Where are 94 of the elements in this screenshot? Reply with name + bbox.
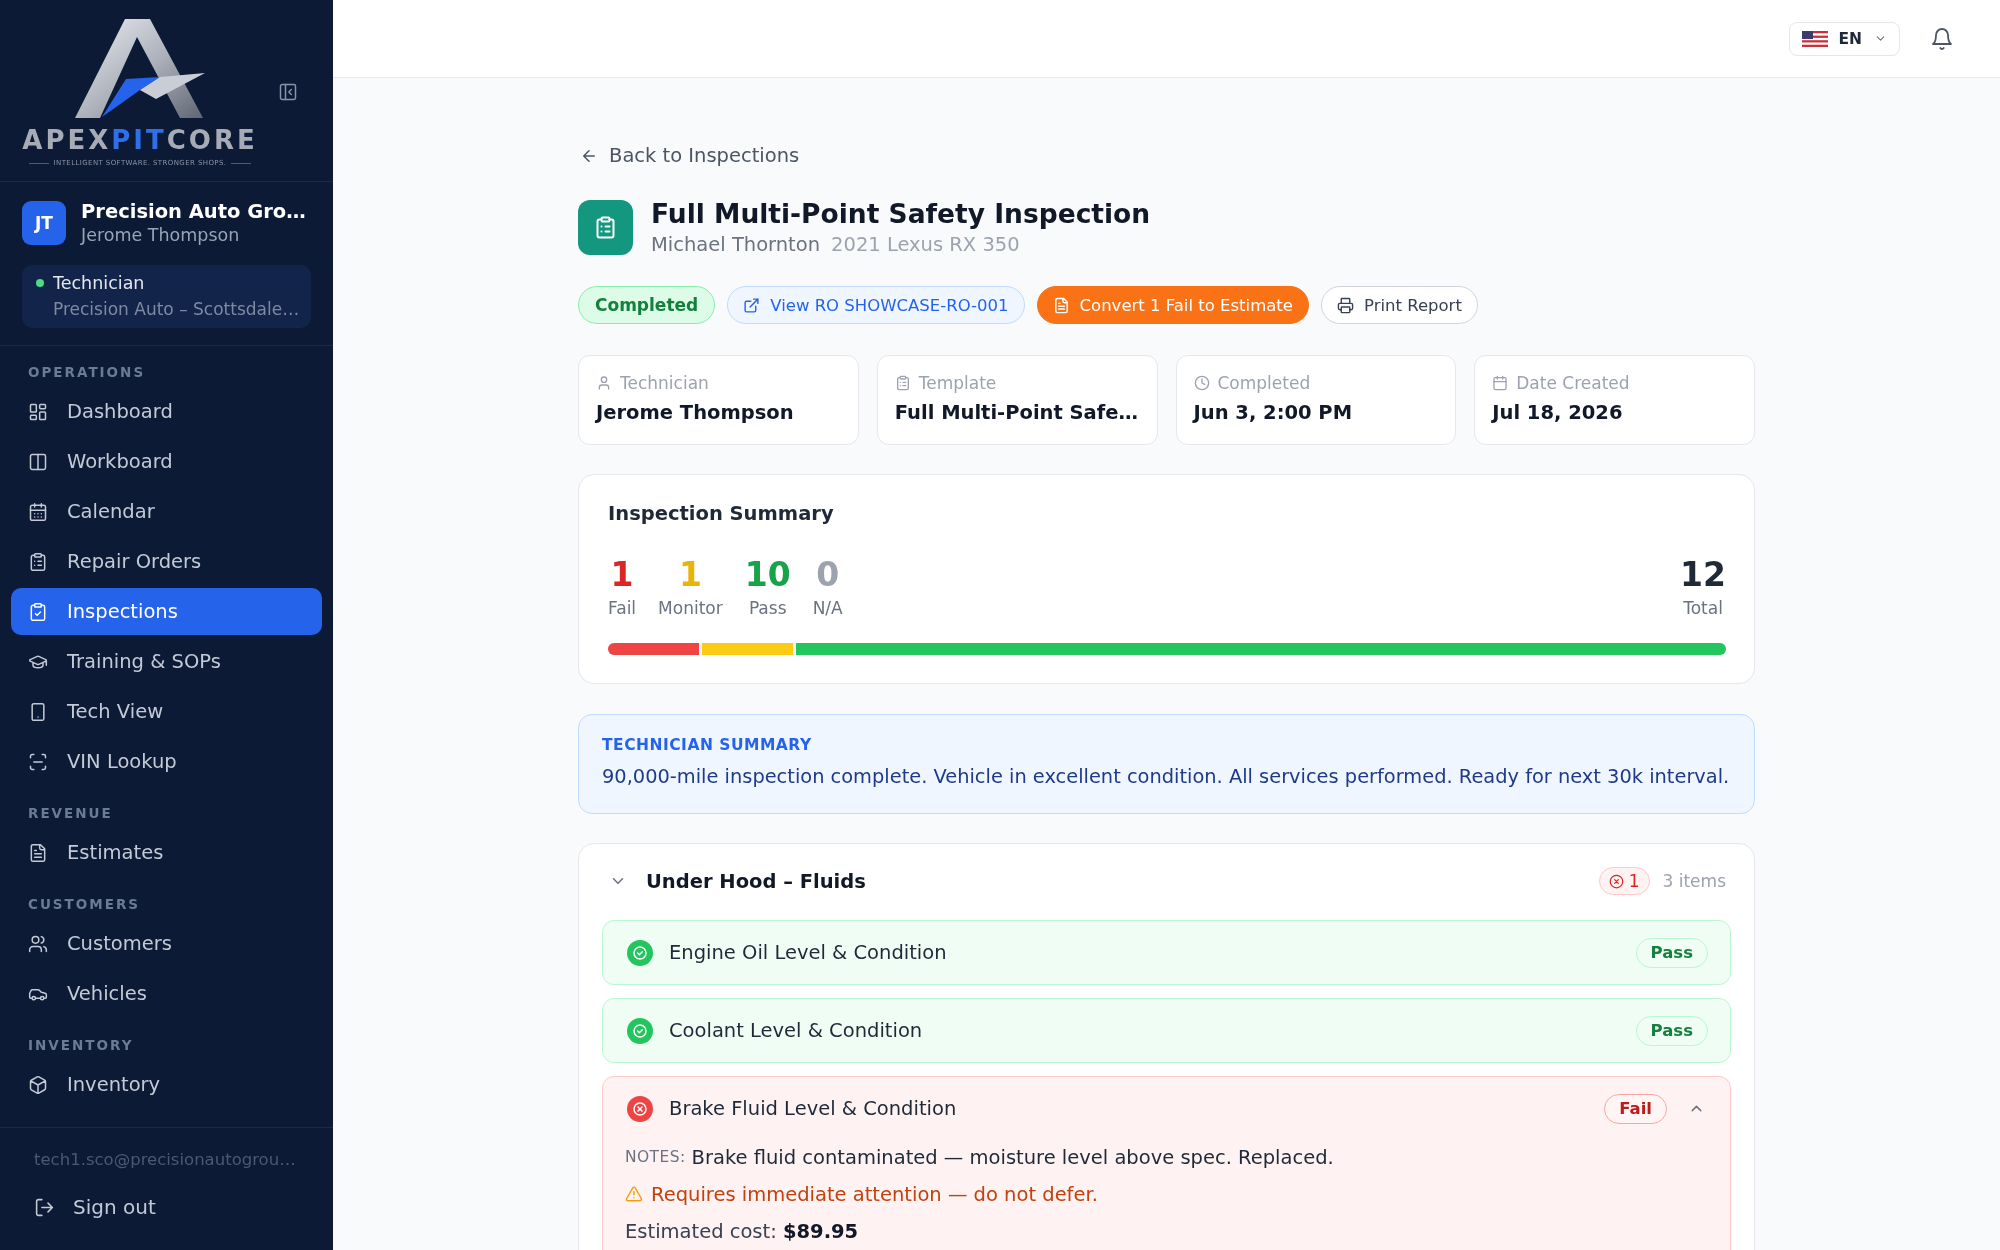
nav-item[interactable]: Repair Orders [11, 538, 322, 585]
box-icon [28, 1074, 48, 1095]
view-ro-link[interactable]: View RO SHOWCASE-RO-001 [727, 286, 1025, 324]
detail-label: Technician [620, 373, 709, 393]
language-selector[interactable]: EN [1789, 21, 1900, 56]
back-link[interactable]: Back to Inspections [580, 144, 800, 168]
scan-icon [28, 751, 48, 772]
estimated-cost: Estimated cost: $89.95 [625, 1219, 859, 1243]
result-badge: Pass [1635, 1015, 1708, 1046]
notes-text: Brake fluid contaminated — moisture level above spec. Replaced. [691, 1145, 1334, 1169]
nav-item[interactable]: Inspections [11, 588, 322, 635]
count-label: Monitor [658, 597, 723, 619]
nav-section-heading: OPERATIONS [27, 363, 147, 382]
nav-item[interactable]: Inventory [11, 1061, 322, 1108]
total-value: 12 [1680, 555, 1726, 595]
tablet-icon [28, 701, 48, 722]
nav-item[interactable]: Tech View [11, 688, 322, 735]
detail-value: Jerome Thompson [596, 400, 795, 426]
nav-section-heading: REVENUE [27, 804, 114, 823]
nav-item[interactable]: Workboard [11, 438, 322, 485]
check-circle-icon [627, 1017, 653, 1044]
organization-name: Precision Auto Gro… [81, 200, 306, 224]
detail-value: Jun 3, 2:00 PM [1193, 400, 1354, 426]
nav-section-heading: CUSTOMERS [27, 895, 142, 914]
arrow-left-icon [580, 147, 598, 165]
location-label: Precision Auto – Scottsdale… [53, 298, 300, 321]
user-icon [596, 375, 612, 391]
detail-value: Full Multi-Point Safe… [894, 400, 1139, 426]
user-name: Jerome Thompson [81, 224, 241, 246]
user-email: tech1.sco@precisionautogrou… [33, 1149, 297, 1171]
sidebar-collapse-icon[interactable] [278, 82, 298, 102]
item-name: Brake Fluid Level & Condition [669, 1097, 957, 1120]
logo-wordmark: APEXPITCORE [22, 126, 258, 154]
count-value: 1 [678, 555, 702, 595]
clipboard-icon [894, 375, 911, 391]
item-name: Engine Oil Level & Condition [669, 941, 947, 964]
nav-item[interactable]: Training & SOPs [11, 638, 322, 685]
fail-count: 1 [1628, 871, 1640, 891]
nav-section-heading: INVENTORY [27, 1036, 135, 1055]
detail-value: Jul 18, 2026 [1492, 400, 1624, 426]
clipboard-check-icon [28, 601, 48, 622]
grid-icon [28, 401, 48, 422]
clock-icon [1193, 375, 1210, 391]
count-label: Fail [608, 597, 637, 619]
count-value: 10 [744, 555, 791, 595]
item-count: 3 items [1662, 871, 1726, 891]
check-circle-icon [627, 939, 653, 966]
document-icon [28, 842, 48, 863]
item-name: Coolant Level & Condition [669, 1019, 923, 1042]
status-badge: Completed [578, 286, 716, 324]
warning-text: Requires immediate attention — do not defer. [651, 1182, 1098, 1206]
detail-label: Template [918, 373, 997, 393]
nav-item[interactable]: Estimates [11, 829, 322, 876]
nav-item[interactable]: VIN Lookup [11, 738, 322, 785]
nav-item[interactable]: Vehicles [11, 970, 322, 1017]
summary-text: 90,000-mile inspection complete. Vehicle in excellent condition. All services performed. Ready for next 30k interval. [602, 764, 1731, 790]
warning-icon [625, 1185, 643, 1203]
nav-item[interactable]: Customers [11, 920, 322, 967]
role-label: Technician [53, 272, 145, 295]
customer-name: Michael Thornton [651, 233, 821, 257]
detail-label: Date Created [1516, 373, 1630, 393]
section-title: Under Hood – Fluids [646, 869, 866, 893]
bell-icon[interactable] [1930, 26, 1954, 51]
nav-item[interactable]: Calendar [11, 488, 322, 535]
result-badge: Pass [1635, 937, 1708, 968]
columns-icon [28, 451, 48, 472]
x-circle-icon [1608, 873, 1624, 889]
nav-item[interactable]: Dashboard [11, 388, 322, 435]
card-title: Inspection Summary [608, 501, 835, 527]
result-badge: Fail [1604, 1093, 1667, 1124]
calendar-icon [1492, 375, 1509, 391]
clipboard-list-icon [28, 551, 48, 572]
total-label: Total [1683, 597, 1723, 619]
calendar-icon [28, 501, 48, 522]
users-icon [28, 933, 48, 954]
clipboard-tile-icon [578, 199, 633, 255]
count-value: 1 [610, 555, 634, 595]
flag-icon [1802, 30, 1829, 47]
count-value: 0 [816, 555, 840, 595]
user-avatar: JT [22, 201, 66, 245]
x-circle-icon [627, 1095, 653, 1122]
section-heading: TECHNICIAN SUMMARY [602, 735, 813, 755]
inspection-title: Full Multi-Point Safety Inspection [651, 197, 1151, 231]
vehicle-name: 2021 Lexus RX 350 [831, 233, 1020, 257]
detail-label: Completed [1217, 373, 1311, 393]
document-icon [1052, 296, 1070, 314]
action-button[interactable]: Print Report [1320, 286, 1478, 324]
external-link-icon [743, 296, 761, 314]
count-label: N/A [812, 597, 843, 619]
count-label: Pass [748, 597, 787, 619]
logout-icon [34, 1196, 55, 1218]
printer-icon [1336, 296, 1354, 314]
notes-label: NOTES: [625, 1148, 686, 1166]
sign-out-button[interactable]: Sign out [22, 1185, 170, 1229]
